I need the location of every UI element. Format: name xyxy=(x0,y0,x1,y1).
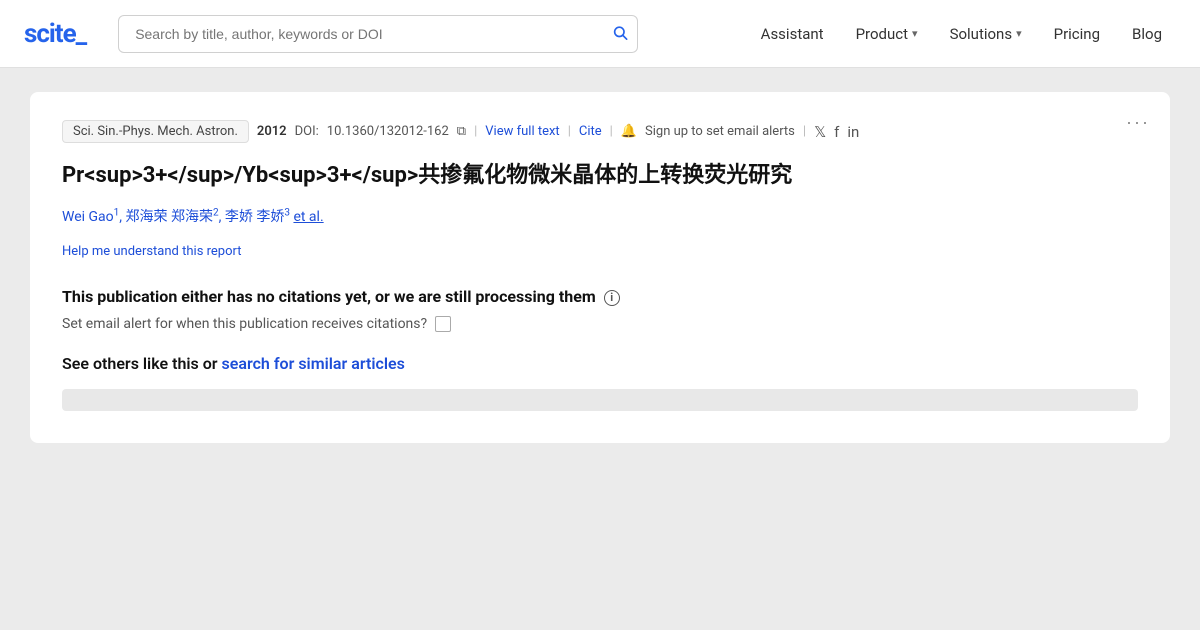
divider-3: | xyxy=(610,124,613,139)
divider-4: | xyxy=(803,124,806,139)
publication-year: 2012 xyxy=(257,124,287,139)
cite-link[interactable]: Cite xyxy=(579,124,602,139)
nav-item-pricing[interactable]: Pricing xyxy=(1040,17,1114,51)
help-link[interactable]: Help me understand this report xyxy=(62,244,242,259)
email-alert-checkbox[interactable] xyxy=(435,316,451,332)
product-chevron-icon: ▾ xyxy=(912,27,918,40)
alert-text[interactable]: Sign up to set email alerts xyxy=(645,124,795,139)
search-icon xyxy=(612,24,628,40)
nav-item-assistant[interactable]: Assistant xyxy=(747,17,838,51)
author-3-link[interactable]: 李娇 李娇3 xyxy=(225,209,290,225)
nav-item-solutions[interactable]: Solutions ▾ xyxy=(936,17,1036,51)
main-nav: Assistant Product ▾ Solutions ▾ Pricing … xyxy=(747,17,1176,51)
solutions-chevron-icon: ▾ xyxy=(1016,27,1022,40)
citations-heading: This publication either has no citations… xyxy=(62,287,1138,306)
paper-card: ··· Sci. Sin.-Phys. Mech. Astron. 2012 D… xyxy=(30,92,1170,443)
copy-doi-icon[interactable]: ⧉ xyxy=(457,124,466,139)
page-background: ··· Sci. Sin.-Phys. Mech. Astron. 2012 D… xyxy=(0,68,1200,630)
search-input[interactable] xyxy=(118,15,638,53)
nav-item-blog[interactable]: Blog xyxy=(1118,17,1176,51)
email-alert-row: Set email alert for when this publicatio… xyxy=(62,316,1138,332)
journal-badge: Sci. Sin.-Phys. Mech. Astron. xyxy=(62,120,249,143)
see-others: See others like this or search for simil… xyxy=(62,354,1138,373)
search-bar xyxy=(118,15,638,53)
author-2-link[interactable]: 郑海荣 郑海荣2 xyxy=(126,209,219,225)
info-icon[interactable]: i xyxy=(604,290,620,306)
facebook-icon[interactable]: f xyxy=(834,123,839,141)
logo[interactable]: scite_ xyxy=(24,19,86,49)
bell-icon: 🔔 xyxy=(621,124,637,139)
et-al-link[interactable]: et al. xyxy=(293,209,323,225)
author-1-link[interactable]: Wei Gao1 xyxy=(62,209,119,225)
social-icons: 𝕏 f in xyxy=(814,123,859,141)
more-options-button[interactable]: ··· xyxy=(1126,112,1150,133)
authors: Wei Gao1, 郑海荣 郑海荣2, 李娇 李娇3 et al. xyxy=(62,206,1138,226)
search-button[interactable] xyxy=(612,24,628,43)
doi-value: 10.1360/132012-162 xyxy=(327,124,449,139)
view-full-text-link[interactable]: View full text xyxy=(485,124,559,139)
doi-label: DOI: xyxy=(295,124,319,139)
search-similar-link[interactable]: search for similar articles xyxy=(222,354,405,373)
meta-row: Sci. Sin.-Phys. Mech. Astron. 2012 DOI: … xyxy=(62,120,1138,143)
nav-item-product[interactable]: Product ▾ xyxy=(842,17,932,51)
twitter-icon[interactable]: 𝕏 xyxy=(814,123,826,141)
divider-2: | xyxy=(568,124,571,139)
header: scite_ Assistant Product ▾ Solutions ▾ P… xyxy=(0,0,1200,68)
bottom-bar xyxy=(62,389,1138,411)
email-alert-label: Set email alert for when this publicatio… xyxy=(62,316,427,332)
linkedin-icon[interactable]: in xyxy=(847,123,859,141)
divider-1: | xyxy=(474,124,477,139)
paper-title: Pr<sup>3+</sup>/Yb<sup>3+</sup>共掺氟化物微米晶体… xyxy=(62,161,1138,192)
